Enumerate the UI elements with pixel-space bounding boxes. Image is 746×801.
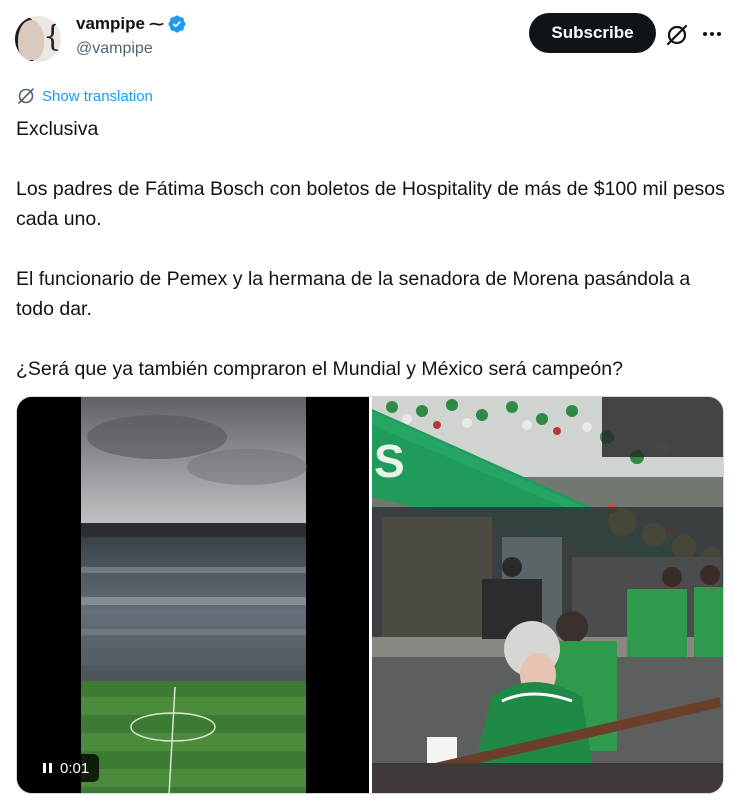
display-name[interactable]: vampipe	[76, 14, 145, 34]
grok-slash-circle-icon[interactable]	[664, 22, 690, 48]
pause-icon[interactable]	[43, 763, 52, 773]
video-elapsed-time: 0:01	[60, 759, 90, 777]
hospitality-photo-image: S	[372, 397, 723, 793]
stadium-video-frame	[17, 397, 369, 793]
stadium-hospitality-box-photo[interactable]: S	[372, 397, 723, 793]
video-player[interactable]: 0:01	[17, 397, 369, 793]
verified-badge-icon[interactable]	[167, 14, 187, 34]
tweet-paragraph-3: El funcionario de Pemex y la hermana de …	[16, 268, 691, 320]
name-suffix: ⁓	[148, 16, 164, 33]
more-dots-icon[interactable]	[698, 22, 726, 46]
tweet-text: Exclusiva Los padres de Fátima Bosch con…	[16, 114, 730, 384]
tweet-header: { vampipe ⁓ @vampipe Subscribe	[0, 0, 746, 80]
svg-text:S: S	[374, 435, 405, 487]
media-grid: 0:01 S	[16, 396, 724, 794]
tweet-paragraph-4: ¿Será que ya también compraron el Mundia…	[16, 358, 623, 380]
tweet-paragraph-2: Los padres de Fátima Bosch con boletos d…	[16, 178, 725, 230]
avatar[interactable]: {	[15, 16, 61, 62]
tweet-paragraph-1: Exclusiva	[16, 118, 99, 140]
author-handle[interactable]: @vampipe	[76, 40, 153, 58]
video-timestamp[interactable]: 0:01	[33, 754, 100, 782]
show-translation-link[interactable]: Show translation	[16, 86, 153, 106]
author-name-row[interactable]: vampipe ⁓	[76, 14, 187, 34]
show-translation-label[interactable]: Show translation	[42, 88, 153, 105]
translate-icon	[18, 88, 34, 104]
subscribe-button[interactable]: Subscribe	[529, 13, 656, 53]
